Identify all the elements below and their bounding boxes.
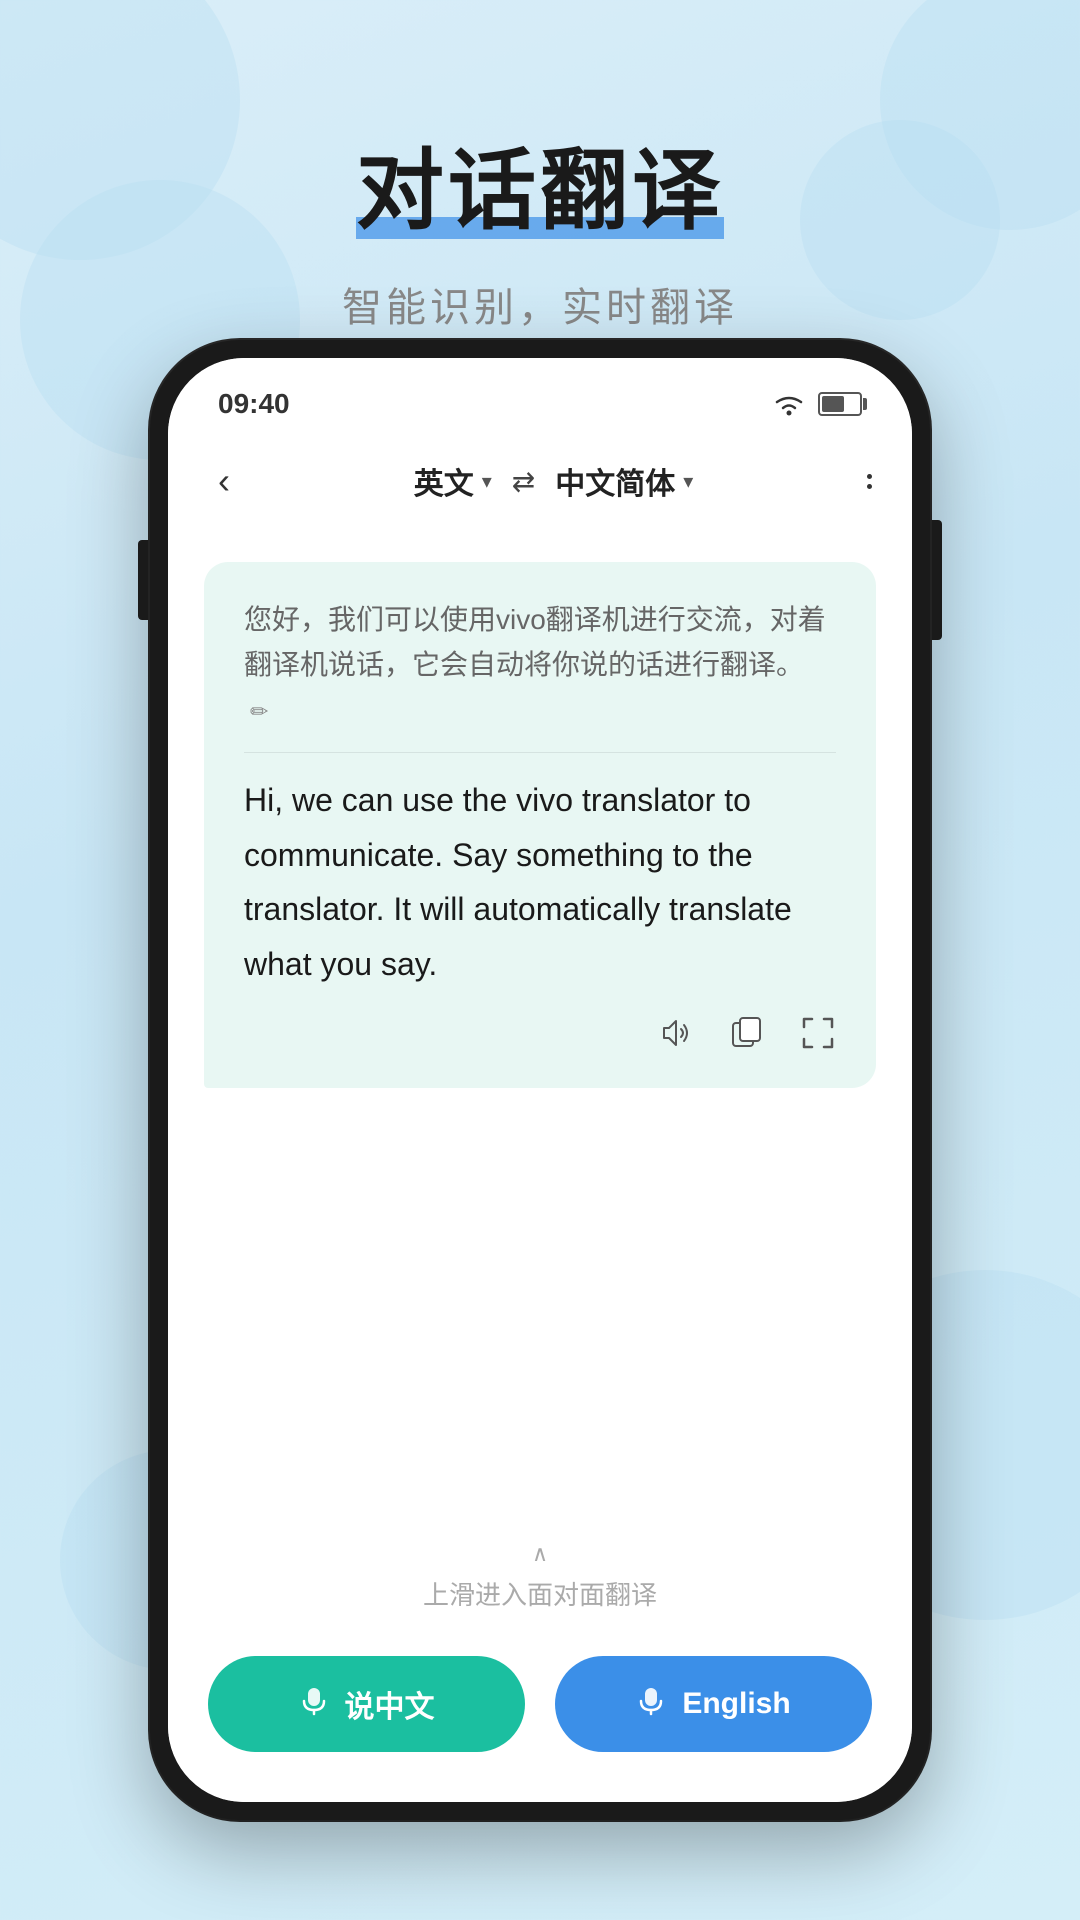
nav-center: 英文 ▾ ⇄ 中文简体 ▾ [240,459,867,503]
source-lang-chevron: ▾ [482,469,492,494]
message-divider [244,752,836,753]
copy-button[interactable] [730,1015,764,1060]
expand-button[interactable] [800,1015,836,1060]
phone-screen: 09:40 ‹ 英文 [168,358,912,1802]
bottom-bar: 说中文 English [168,1632,912,1802]
battery-icon [818,392,862,416]
speak-english-label: English [682,1687,790,1721]
speak-english-button[interactable]: English [555,1656,872,1752]
source-lang-label: 英文 [414,459,474,503]
back-button[interactable]: ‹ [208,450,240,512]
mic-cn-icon [299,1686,329,1723]
source-lang-selector[interactable]: 英文 ▾ [414,459,492,503]
slide-hint: ∧ 上滑进入面对面翻译 [168,1511,912,1632]
message-bubble: 您好，我们可以使用vivo翻译机进行交流，对着翻译机说话，它会自动将你说的话进行… [204,562,876,1088]
message-original-text: 您好，我们可以使用vivo翻译机进行交流，对着翻译机说话，它会自动将你说的话进行… [244,598,836,732]
page-subtitle: 智能识别，实时翻译 [0,275,1080,333]
edit-icon[interactable]: ✏ [250,699,268,724]
status-bar: 09:40 [168,358,912,430]
wifi-icon [772,391,806,417]
target-lang-label: 中文简体 [555,459,675,503]
swap-languages-button[interactable]: ⇄ [512,465,535,498]
nav-bar: ‹ 英文 ▾ ⇄ 中文简体 ▾ [168,430,912,532]
battery-fill [822,396,844,412]
message-translated-text: Hi, we can use the vivo translator to co… [244,773,836,991]
mic-en-icon [636,1686,666,1723]
slide-chevron-icon: ∧ [168,1541,912,1567]
speak-chinese-label: 说中文 [345,1682,435,1726]
message-actions [244,1015,836,1060]
chat-area: 您好，我们可以使用vivo翻译机进行交流，对着翻译机说话，它会自动将你说的话进行… [168,532,912,1511]
target-lang-chevron: ▾ [683,469,693,494]
phone-outer: 09:40 ‹ 英文 [150,340,930,1820]
slide-hint-label: 上滑进入面对面翻译 [423,1580,657,1610]
volume-button[interactable] [658,1015,694,1060]
page-header: 对话翻译 智能识别，实时翻译 [0,0,1080,333]
status-icons [772,391,862,417]
more-dot-2 [867,484,872,489]
status-time: 09:40 [218,388,290,420]
speak-chinese-button[interactable]: 说中文 [208,1656,525,1752]
more-options-button[interactable] [867,474,872,489]
target-lang-selector[interactable]: 中文简体 ▾ [555,459,693,503]
phone-mockup: 09:40 ‹ 英文 [150,340,930,1820]
page-title: 对话翻译 [356,120,724,247]
more-dot-1 [867,474,872,479]
